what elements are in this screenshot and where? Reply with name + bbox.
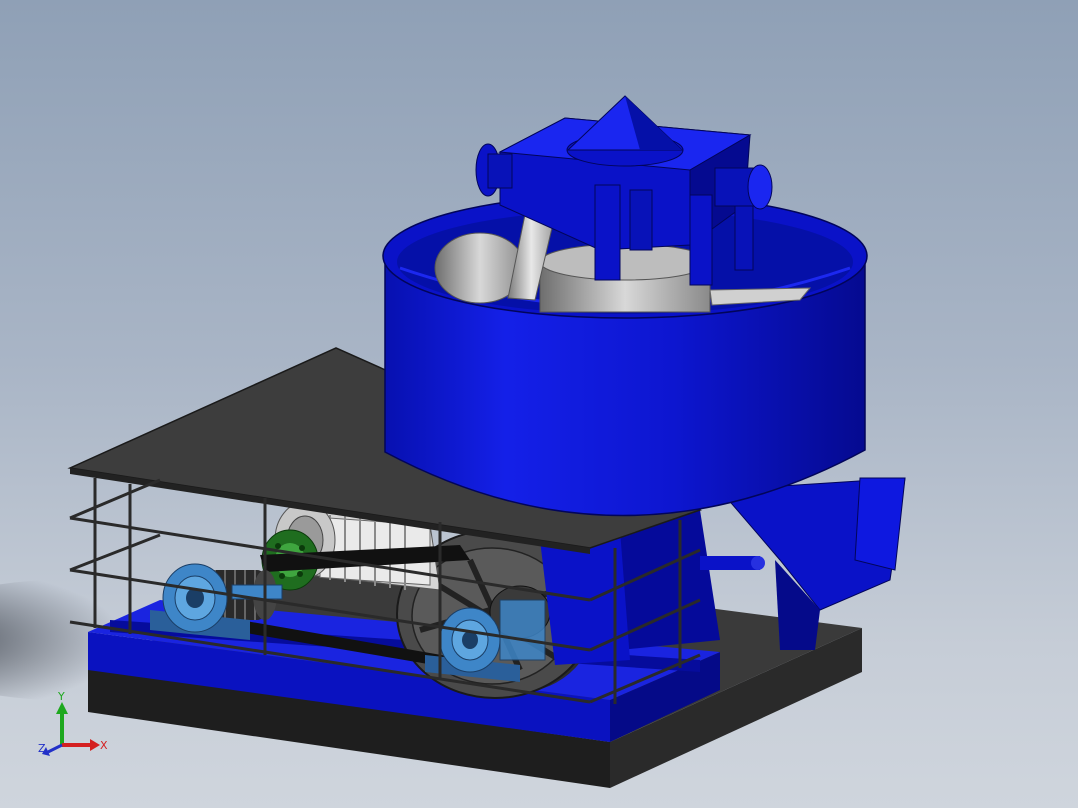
triad-y-label: Y [57, 690, 65, 703]
cad-viewport[interactable]: Y X Z [0, 0, 1078, 808]
triad-x-label: X [100, 739, 108, 752]
mixer-assembly-model[interactable]: Y X Z [0, 0, 1078, 808]
triad-z-label: Z [38, 742, 46, 755]
side-flange-right[interactable] [714, 164, 773, 210]
